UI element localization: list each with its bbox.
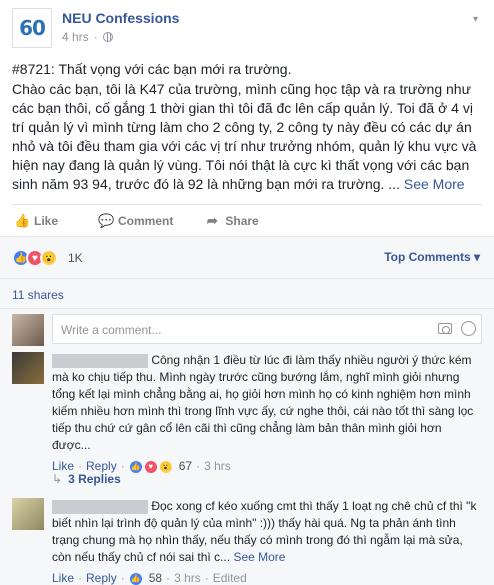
page-name[interactable]: NEU Confessions bbox=[62, 10, 179, 26]
comment-reaction-count[interactable]: 67 bbox=[179, 458, 192, 475]
like-label: Like bbox=[34, 213, 59, 228]
comment-reply-link[interactable]: Reply bbox=[86, 570, 117, 585]
comment-time[interactable]: 3 hrs bbox=[174, 570, 201, 585]
reaction-count[interactable]: 1K bbox=[68, 251, 83, 265]
globe-icon bbox=[102, 32, 113, 42]
comment-time[interactable]: 3 hrs bbox=[204, 458, 231, 475]
wow-icon: 😮 bbox=[158, 459, 173, 474]
emoji-icon[interactable] bbox=[461, 321, 476, 336]
view-replies-link[interactable]: ↳ 3 Replies bbox=[52, 472, 121, 486]
camera-icon[interactable] bbox=[438, 323, 452, 334]
post-text: #8721: Thất vọng với các bạn mới ra trườ… bbox=[12, 60, 482, 194]
reactions-bar: 👍 ♥ 😮 1K Top Comments ▾ bbox=[0, 236, 494, 278]
share-arrow-icon: ➦ bbox=[206, 212, 218, 228]
wow-icon: 😮 bbox=[40, 249, 58, 267]
like-button[interactable]: 👍 Like bbox=[14, 212, 59, 228]
comment-composer: Write a comment... bbox=[0, 308, 494, 348]
post-time[interactable]: 4 hrs bbox=[62, 30, 89, 44]
redacted-name bbox=[52, 353, 148, 368]
dot-separator: · bbox=[78, 571, 83, 585]
comment-body: Công nhận 1 điều từ lúc đi làm thấy nhiề… bbox=[52, 352, 482, 475]
thumbs-up-icon: 👍 bbox=[14, 212, 31, 228]
reaction-icons[interactable]: 👍 ♥ 😮 bbox=[12, 249, 58, 267]
see-more-link[interactable]: See More bbox=[233, 550, 285, 564]
comments-list: Công nhận 1 điều từ lúc đi làm thấy nhiề… bbox=[0, 348, 494, 585]
comment-sort-dropdown[interactable]: Top Comments ▾ bbox=[384, 250, 480, 264]
page-logo[interactable]: 60 bbox=[12, 8, 52, 48]
post-header: 60 NEU Confessions 4 hrs · ▾ bbox=[12, 8, 482, 48]
comment-button[interactable]: 💬 Comment bbox=[98, 212, 174, 228]
edited-label[interactable]: Edited bbox=[213, 570, 247, 585]
like-icon: 👍 bbox=[128, 571, 143, 585]
comment-reaction-count[interactable]: 58 bbox=[149, 570, 162, 585]
dot-separator: · bbox=[120, 459, 125, 473]
post-title: #8721: Thất vọng với các bạn mới ra trườ… bbox=[12, 61, 292, 77]
reply-arrow-icon: ↳ bbox=[52, 472, 63, 486]
comment-label: Comment bbox=[118, 213, 174, 228]
love-icon: ♥ bbox=[143, 459, 158, 474]
comment-text: Công nhận 1 điều từ lúc đi làm thấy nhiề… bbox=[52, 353, 474, 452]
comment-actions: Like · Reply · 👍 58 · 3 hrs · Edited bbox=[52, 570, 482, 585]
like-icon: 👍 bbox=[128, 459, 143, 474]
commenter-avatar[interactable] bbox=[12, 498, 44, 530]
post-meta: 4 hrs · bbox=[62, 30, 113, 44]
comment-like-link[interactable]: Like bbox=[52, 570, 74, 585]
dot-separator: · bbox=[120, 571, 125, 585]
share-label: Share bbox=[225, 213, 259, 228]
speech-bubble-icon: 💬 bbox=[98, 212, 115, 228]
comment-input[interactable]: Write a comment... bbox=[52, 314, 482, 344]
facebook-post: 60 NEU Confessions 4 hrs · ▾ #8721: Thất… bbox=[0, 0, 494, 585]
shares-count[interactable]: 11 shares bbox=[12, 288, 64, 302]
redacted-name bbox=[52, 499, 148, 514]
dot-separator: · bbox=[166, 571, 171, 585]
commenter-avatar[interactable] bbox=[12, 352, 44, 384]
share-button[interactable]: ➦ Share bbox=[205, 212, 259, 228]
comment-body: Đọc xong cf kéo xuống cmt thì thấy 1 loạ… bbox=[52, 498, 482, 585]
dot-separator: · bbox=[196, 459, 201, 473]
dot-separator: · bbox=[204, 571, 209, 585]
action-bar: 👍 Like 💬 Comment ➦ Share bbox=[12, 204, 482, 236]
shares-row: 11 shares bbox=[0, 278, 494, 308]
replies-count: 3 Replies bbox=[68, 472, 121, 486]
see-more-link[interactable]: See More bbox=[404, 176, 465, 192]
dot-separator: · bbox=[93, 30, 98, 44]
chevron-down-icon[interactable]: ▾ bbox=[473, 14, 478, 25]
logo-text: 60 bbox=[19, 16, 46, 40]
user-avatar bbox=[12, 314, 44, 346]
